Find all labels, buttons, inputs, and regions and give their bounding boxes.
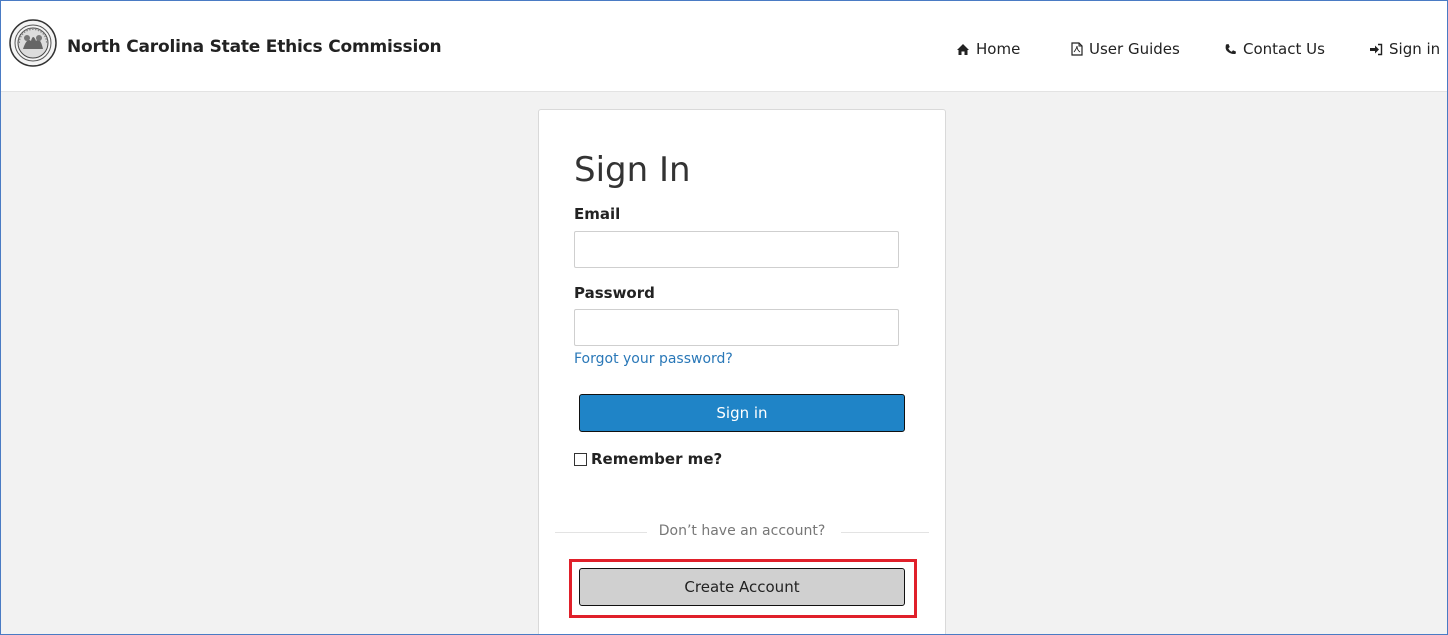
sign-in-icon	[1370, 43, 1383, 55]
sign-in-card: Sign In Email Password Forgot your passw…	[538, 109, 946, 634]
home-icon	[957, 43, 969, 55]
nav-user-guides-label: User Guides	[1089, 40, 1180, 58]
page-title: Sign In	[574, 150, 691, 190]
password-field[interactable]	[574, 309, 899, 346]
nav-contact-us[interactable]: Contact Us	[1224, 40, 1325, 58]
create-account-button[interactable]: Create Account	[579, 568, 905, 606]
email-field[interactable]	[574, 231, 899, 268]
nav-contact-us-label: Contact Us	[1243, 40, 1325, 58]
nav-sign-in-label: Sign in	[1389, 40, 1441, 58]
account-divider: Don’t have an account?	[555, 523, 929, 541]
nav-home[interactable]: Home	[956, 40, 1020, 58]
browser-frame: North Carolina State Ethics Commission H…	[0, 0, 1448, 635]
sign-in-button[interactable]: Sign in	[579, 394, 905, 432]
top-navbar: North Carolina State Ethics Commission H…	[1, 1, 1447, 92]
divider-text-row: Don’t have an account?	[555, 523, 929, 539]
remember-me-label: Remember me?	[591, 450, 723, 468]
phone-icon	[1225, 43, 1236, 54]
nav-user-guides[interactable]: User Guides	[1071, 40, 1180, 58]
remember-me-checkbox[interactable]	[574, 452, 587, 466]
nav-home-label: Home	[976, 40, 1021, 58]
state-seal-logo[interactable]	[9, 19, 57, 67]
brand-title[interactable]: North Carolina State Ethics Commission	[67, 37, 442, 57]
remember-me-option[interactable]: Remember me?	[574, 450, 722, 468]
pdf-file-icon	[1071, 42, 1083, 56]
email-label: Email	[574, 205, 621, 223]
no-account-text: Don’t have an account?	[646, 523, 838, 539]
forgot-password-link[interactable]: Forgot your password?	[574, 351, 733, 367]
password-label: Password	[574, 284, 655, 302]
nav-sign-in[interactable]: Sign in	[1369, 40, 1440, 58]
